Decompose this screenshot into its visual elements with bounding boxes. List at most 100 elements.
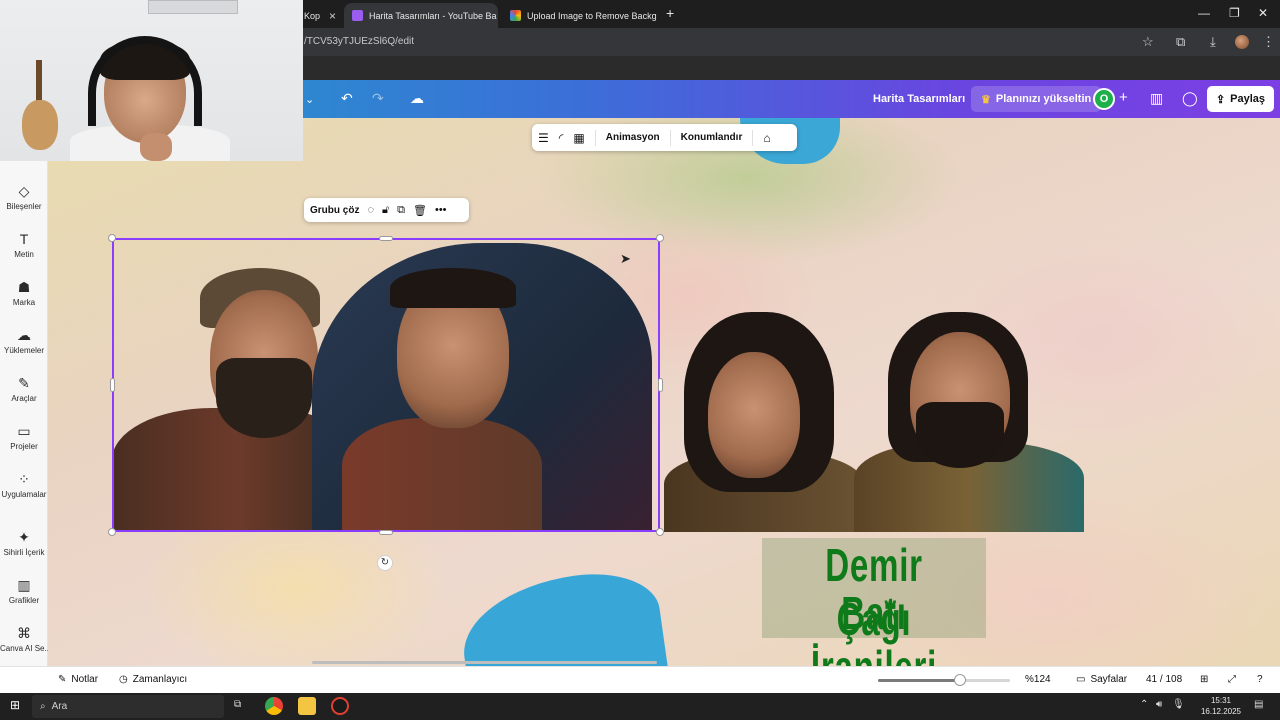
zoom-slider-fill (878, 679, 960, 682)
portrait-image-right[interactable] (664, 312, 1084, 532)
lock-icon[interactable]: 🔓︎ (382, 204, 389, 217)
sidebar-item-magic-media[interactable]: ✦ Sihirli İçerik (0, 528, 48, 557)
notes-button[interactable]: ✎ Notlar (58, 674, 98, 685)
profile-avatar[interactable] (1235, 35, 1249, 49)
fullscreen-icon[interactable]: ⤢ (1228, 674, 1236, 685)
new-tab-button[interactable]: + (666, 5, 674, 21)
trash-icon[interactable]: 🗑︎ (413, 204, 427, 217)
remove-bg-favicon-icon (510, 10, 521, 21)
browser-menu-icon[interactable]: ⋮ (1262, 34, 1275, 50)
sidebar-item-canva-ai[interactable]: ⌘ Canva AI Se... (0, 624, 48, 653)
animate-button[interactable]: Animasyon (606, 132, 660, 143)
duplicate-icon[interactable]: ⧉ (397, 204, 405, 217)
ungroup-button[interactable]: Grubu çöz (310, 205, 359, 216)
recorder-app-icon[interactable] (331, 697, 349, 715)
close-window-button[interactable]: ✕ (1258, 6, 1268, 20)
resize-handle-bottom[interactable] (379, 530, 393, 535)
tab-close-icon[interactable]: × (497, 9, 498, 23)
restore-button[interactable]: ❐ (1229, 6, 1240, 20)
browser-tab-active[interactable]: Harita Tasarımları - YouTube Ba × (344, 3, 498, 28)
help-icon[interactable]: ? (1257, 674, 1263, 685)
menu-lines-icon[interactable]: ☰ (538, 131, 549, 145)
resize-handle-top-right[interactable] (656, 234, 664, 242)
speaker-icon[interactable]: 🔊︎ (1156, 699, 1162, 710)
horizontal-scrollbar[interactable] (312, 661, 657, 664)
resize-handle-bottom-left[interactable] (108, 528, 116, 536)
doc-title[interactable]: Harita Tasarımları (873, 93, 965, 105)
sidebar-item-projects[interactable]: ▭ Projeler (0, 422, 48, 451)
sidebar-item-text[interactable]: T Metin (0, 230, 48, 259)
corner-rounding-icon[interactable]: ◜ (559, 131, 564, 145)
canva-ai-icon: ⌘ (17, 625, 31, 641)
resize-handle-left[interactable] (110, 378, 115, 392)
position-button[interactable]: Konumlandır (681, 132, 743, 143)
timer-button[interactable]: ◷ Zamanlayıcı (119, 674, 187, 685)
tab-close-icon[interactable]: × (657, 9, 658, 23)
mouse-cursor-icon: ➤ (620, 251, 631, 266)
undo-icon[interactable]: ↶ (341, 90, 353, 107)
comment-icon[interactable]: ◯ (1182, 90, 1198, 107)
charts-icon: ▥ (17, 577, 31, 593)
resize-handle-right[interactable] (658, 378, 663, 392)
elements-icon: ◇ (18, 183, 30, 199)
sidebar-item-tools[interactable]: ✎ Araçlar (0, 374, 48, 403)
microphone-icon[interactable]: 🎙︎ (1172, 699, 1185, 710)
woman-face (708, 352, 800, 478)
grid-view-icon[interactable]: ⊞ (1200, 674, 1208, 685)
resize-handle-bottom-right[interactable] (656, 528, 664, 536)
url-field[interactable]: /TCV53yTJUEzSl6Q/edit (304, 36, 414, 47)
more-options-icon[interactable]: ••• (435, 204, 447, 216)
resize-handle-top[interactable] (379, 236, 393, 241)
add-collaborator-button[interactable]: + (1119, 89, 1128, 106)
page-counter: 41 / 108 (1146, 674, 1183, 685)
draw-icon: ✎ (18, 375, 30, 391)
bookmark-star-icon[interactable]: ☆ (1142, 34, 1154, 50)
redo-icon[interactable]: ↷ (372, 90, 384, 107)
share-button[interactable]: ⇪ Paylaş (1207, 86, 1274, 112)
sidebar-item-apps[interactable]: ⁘ Uygulamalar (0, 470, 48, 499)
browser-tab[interactable]: Upload Image to Remove Backg × (502, 3, 658, 28)
windows-start-icon[interactable]: ⊞ (10, 698, 20, 712)
notifications-icon[interactable]: ▤ (1254, 699, 1263, 710)
magic-media-icon: ✦ (18, 529, 30, 545)
file-explorer-icon[interactable] (298, 697, 316, 715)
taskbar-search[interactable]: ⌕ Ara (32, 695, 224, 718)
sidebar-item-brand[interactable]: ☗ Marka (0, 278, 48, 307)
share-label: Paylaş (1230, 93, 1266, 105)
comment-add-icon[interactable]: ◌ (367, 204, 374, 216)
timer-label: Zamanlayıcı (132, 674, 188, 685)
sidebar-item-label: Canva AI Se... (0, 644, 48, 653)
sidebar-item-charts[interactable]: ▥ Grafikler (0, 576, 48, 605)
upload-cloud-icon: ☁ (17, 327, 31, 343)
resize-handle-top-left[interactable] (108, 234, 116, 242)
download-icon[interactable]: ⤓ (1210, 34, 1216, 50)
zoom-level[interactable]: %124 (1025, 674, 1051, 685)
system-clock[interactable]: 15:31 16.12.2025 (1196, 695, 1246, 717)
pages-button[interactable]: ▭ Sayfalar (1076, 674, 1127, 685)
title-text-box[interactable]: Demir Çağı Batı İranileri (762, 538, 986, 693)
extensions-icon[interactable]: ⧉ (1176, 34, 1185, 50)
minimize-button[interactable]: — (1198, 6, 1210, 20)
divider (594, 129, 596, 146)
user-avatar[interactable]: O (1093, 88, 1115, 110)
insights-chart-icon[interactable]: ▥ (1150, 90, 1163, 107)
sidebar-item-uploads[interactable]: ☁ Yüklemeler (0, 326, 48, 355)
rotate-handle-icon[interactable]: ↻ (377, 555, 393, 571)
tab-close-icon[interactable]: × (323, 9, 336, 23)
chevron-down-icon[interactable]: ⌄ (305, 93, 314, 106)
browser-tab[interactable]: Kop × (296, 3, 344, 28)
tray-overflow-icon[interactable]: ⌃ (1140, 699, 1148, 710)
upgrade-button[interactable]: ♛ Planınızı yükseltin (971, 86, 1102, 112)
cloud-save-icon[interactable]: ☁ (410, 90, 424, 107)
transparency-icon[interactable]: ▦ (573, 131, 584, 145)
task-view-icon[interactable]: ⧉ (234, 699, 241, 710)
folder-icon: ▭ (17, 423, 31, 439)
sidebar-item-elements[interactable]: ◇ Bileşenler (0, 182, 48, 211)
sidebar-item-label: Araçlar (11, 394, 37, 403)
webcam-wall-frame (148, 0, 238, 14)
upgrade-label: Planınızı yükseltin (995, 93, 1092, 105)
paint-format-icon[interactable]: ⌂ (763, 131, 770, 145)
zoom-slider-knob[interactable] (953, 674, 966, 686)
text-icon: T (19, 231, 29, 247)
chrome-taskbar-icon[interactable] (265, 697, 283, 715)
